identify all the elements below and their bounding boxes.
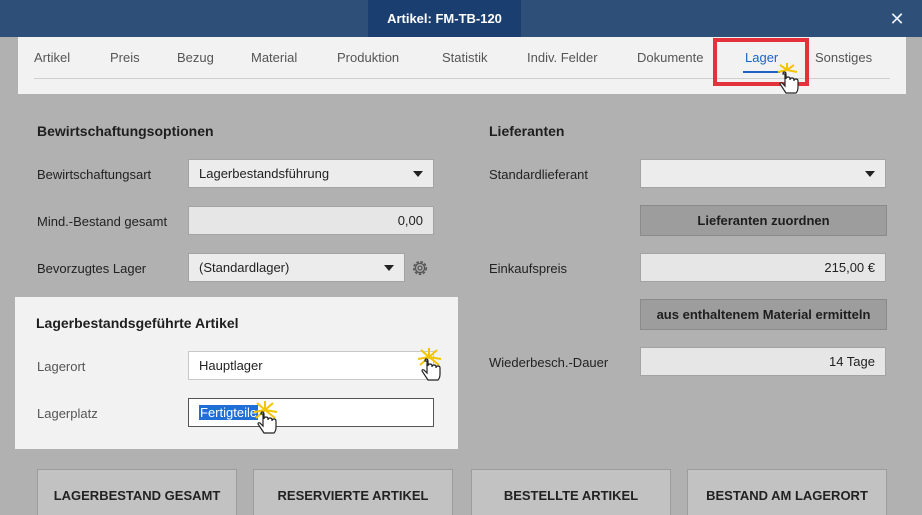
tab-preis[interactable]: Preis	[110, 50, 140, 65]
einkaufspreis-label: Einkaufspreis	[489, 261, 568, 276]
bevorzugtes-lager-label: Bevorzugtes Lager	[37, 261, 147, 276]
bestand-am-lagerort-button[interactable]: BESTAND AM LAGERORT	[687, 469, 887, 515]
tab-material[interactable]: Material	[251, 50, 297, 65]
section-title-lieferanten: Lieferanten	[489, 123, 565, 139]
chevron-down-icon	[384, 264, 394, 271]
click-cursor-icon	[417, 348, 442, 381]
section-title-bewirtschaftung: Bewirtschaftungsoptionen	[37, 123, 214, 139]
lagerbestand-gesamt-button[interactable]: LAGERBESTAND GESAMT	[37, 469, 237, 515]
lagerplatz-label: Lagerplatz	[37, 406, 98, 421]
chevron-down-icon	[865, 170, 875, 177]
standardlieferant-select[interactable]	[640, 159, 886, 188]
mind-bestand-value: 0,00	[397, 213, 423, 228]
click-cursor-icon	[777, 63, 799, 94]
close-icon[interactable]: ✕	[884, 6, 910, 32]
wiederbesch-dauer-label: Wiederbesch.-Dauer	[489, 355, 609, 370]
tab-statistik[interactable]: Statistik	[442, 50, 488, 65]
mind-bestand-field[interactable]: 0,00	[188, 206, 434, 235]
material-ermitteln-button[interactable]: aus enthaltenem Material ermitteln	[640, 299, 887, 330]
lagerort-label: Lagerort	[37, 359, 86, 374]
tab-sonstiges[interactable]: Sonstiges	[815, 50, 872, 65]
tab-bezug[interactable]: Bezug	[177, 50, 214, 65]
gear-icon[interactable]	[406, 253, 434, 282]
wiederbesch-dauer-value: 14 Tage	[828, 354, 875, 369]
bevorzugtes-lager-value: (Standardlager)	[199, 260, 290, 275]
lagerort-field[interactable]: Hauptlager	[188, 351, 434, 380]
reservierte-artikel-button[interactable]: RESERVIERTE ARTIKEL	[253, 469, 453, 515]
tab-artikel[interactable]: Artikel	[34, 50, 70, 65]
bevorzugtes-lager-select[interactable]: (Standardlager)	[188, 253, 405, 282]
title-bar: Artikel: FM-TB-120 ✕	[0, 0, 922, 37]
wiederbesch-dauer-field[interactable]: 14 Tage	[640, 347, 886, 376]
lagerbestand-panel: Lagerbestandsgeführte Artikel Lagerort H…	[15, 297, 458, 449]
chevron-down-icon	[413, 170, 423, 177]
bewirtschaftungsart-select[interactable]: Lagerbestandsführung	[188, 159, 434, 188]
click-cursor-icon	[253, 401, 278, 434]
einkaufspreis-value: 215,00 €	[824, 260, 875, 275]
lagerort-value: Hauptlager	[199, 358, 263, 373]
bestellte-artikel-button[interactable]: BESTELLTE ARTIKEL	[471, 469, 671, 515]
bewirtschaftungsart-label: Bewirtschaftungsart	[37, 167, 152, 182]
section-title-lagerbestand: Lagerbestandsgeführte Artikel	[36, 315, 239, 331]
bewirtschaftungsart-value: Lagerbestandsführung	[199, 166, 330, 181]
standardlieferant-label: Standardlieferant	[489, 167, 589, 182]
lieferanten-zuordnen-button[interactable]: Lieferanten zuordnen	[640, 205, 887, 236]
mind-bestand-label: Mind.-Bestand gesamt	[37, 214, 168, 229]
window-title: Artikel: FM-TB-120	[368, 0, 521, 37]
lagerplatz-field[interactable]: Fertigteile	[188, 398, 434, 427]
tab-dokumente[interactable]: Dokumente	[637, 50, 703, 65]
einkaufspreis-field[interactable]: 215,00 €	[640, 253, 886, 282]
tab-produktion[interactable]: Produktion	[337, 50, 399, 65]
tab-indiv-felder[interactable]: Indiv. Felder	[527, 50, 598, 65]
